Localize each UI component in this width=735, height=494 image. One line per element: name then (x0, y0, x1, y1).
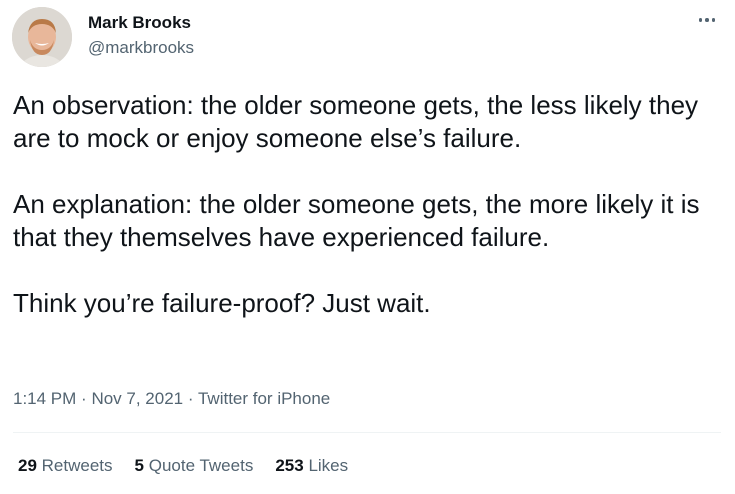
tweet-paragraph: An observation: the older someone gets, … (13, 90, 699, 153)
meta-separator: · (187, 389, 194, 408)
retweets-link[interactable]: 29 Retweets (18, 456, 113, 476)
tweet-stats: 29 Retweets 5 Quote Tweets 253 Likes (18, 456, 348, 476)
tweet-meta: 1:14 PM · Nov 7, 2021 · Twitter for iPho… (13, 389, 330, 409)
likes-label: Likes (308, 456, 349, 475)
tweet-time[interactable]: 1:14 PM (13, 389, 76, 408)
meta-separator: · (81, 389, 87, 408)
likes-count: 253 (275, 456, 304, 475)
avatar[interactable] (12, 7, 72, 67)
tweet-paragraph: An explanation: the older someone gets, … (13, 189, 700, 252)
more-options-icon[interactable] (694, 10, 720, 30)
retweets-count: 29 (18, 456, 37, 475)
tweet-source[interactable]: Twitter for iPhone (198, 389, 330, 408)
retweets-label: Retweets (41, 456, 113, 475)
quote-tweets-link[interactable]: 5 Quote Tweets (135, 456, 254, 476)
profile-photo (12, 7, 72, 67)
tweet-paragraph: Think you’re failure-proof? Just wait. (13, 288, 431, 318)
likes-link[interactable]: 253 Likes (275, 456, 348, 476)
tweet-text: An observation: the older someone gets, … (13, 89, 725, 320)
tweet-date[interactable]: Nov 7, 2021 (91, 389, 183, 408)
author-handle[interactable]: @markbrooks (88, 38, 194, 58)
quote-tweets-label: Quote Tweets (148, 456, 254, 475)
quote-tweets-count: 5 (134, 456, 144, 475)
author-name[interactable]: Mark Brooks (88, 13, 191, 33)
divider (13, 432, 721, 433)
